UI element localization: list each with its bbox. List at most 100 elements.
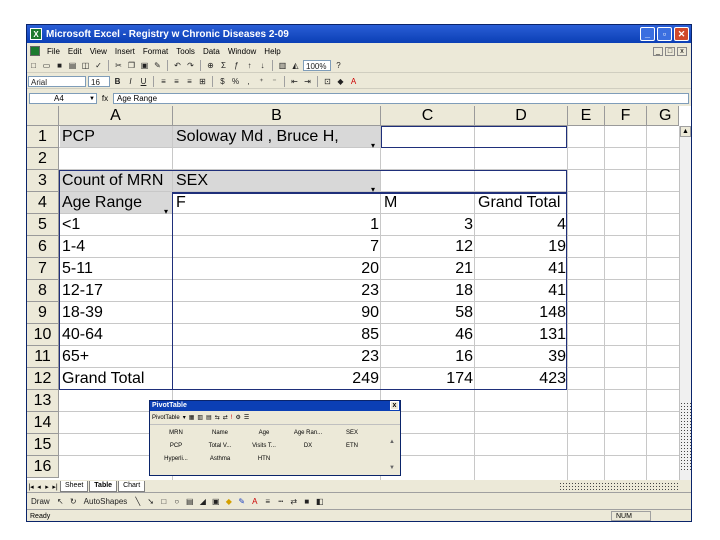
formula-input[interactable]: Age Range (113, 92, 689, 104)
spelling-icon[interactable]: ✓ (93, 60, 104, 71)
chart-wizard-icon[interactable]: ▥ (197, 414, 203, 421)
row-header-11[interactable]: 11 (27, 346, 59, 368)
pivot-wizard-icon[interactable]: ▤ (206, 414, 212, 421)
bold-icon[interactable]: B (112, 76, 123, 87)
pivottable-menu-button[interactable]: PivotTable (152, 415, 180, 421)
pivottable-toolbar-title[interactable]: PivotTable x (150, 401, 400, 411)
column-header-d[interactable]: D (475, 106, 568, 126)
row-header-15[interactable]: 15 (27, 434, 59, 456)
autosum-icon[interactable]: Σ (218, 60, 229, 71)
sheet-tab[interactable]: Sheet (60, 481, 89, 492)
pivot-field-button[interactable]: PCP (154, 440, 198, 453)
row-header-14[interactable]: 14 (27, 412, 59, 434)
pivot-page-field-label[interactable]: PCP (59, 126, 173, 148)
scroll-up-icon[interactable]: ▲ (680, 126, 691, 137)
format-painter-icon[interactable]: ✎ (152, 60, 163, 71)
row-header-2[interactable]: 2 (27, 148, 59, 170)
pivot-field-button[interactable]: Visits T... (242, 440, 286, 453)
pivot-field-scroll[interactable]: ▲ ▼ (388, 429, 396, 481)
increase-indent-icon[interactable]: ⇥ (302, 76, 313, 87)
hyperlink-icon[interactable]: ⊕ (205, 60, 216, 71)
hide-detail-icon[interactable]: ⇆ (215, 414, 220, 421)
first-sheet-icon[interactable]: |◂ (27, 483, 35, 491)
pivot-field-button[interactable]: Total V... (198, 440, 242, 453)
pivot-column-field[interactable]: SEX (173, 170, 381, 192)
menu-file[interactable]: File (43, 47, 64, 56)
row-header-6[interactable]: 6 (27, 236, 59, 258)
row-header-16[interactable]: 16 (27, 456, 59, 478)
column-header-g[interactable]: G (647, 106, 679, 126)
font-name-select[interactable]: Arial (28, 75, 86, 87)
format-report-icon[interactable]: ▦ (189, 414, 195, 421)
column-header-e[interactable]: E (568, 106, 605, 126)
field-list-icon[interactable]: ☰ (244, 414, 249, 421)
field-settings-icon[interactable]: ⚙ (235, 414, 240, 421)
drawing-icon[interactable]: ◭ (290, 60, 301, 71)
menu-format[interactable]: Format (139, 47, 172, 56)
3d-icon[interactable]: ◧ (314, 496, 325, 507)
select-all-corner[interactable] (27, 106, 59, 126)
line-style-icon[interactable]: ≡ (262, 496, 273, 507)
show-detail-icon[interactable]: ⇄ (223, 414, 228, 421)
close-button[interactable]: ✕ (674, 27, 689, 41)
rectangle-icon[interactable]: □ (158, 496, 169, 507)
menu-tools[interactable]: Tools (172, 47, 199, 56)
arrow-icon[interactable]: ➘ (145, 496, 156, 507)
horizontal-scrollbar[interactable] (559, 482, 679, 491)
column-header-b[interactable]: B (173, 106, 381, 126)
sheet-tab[interactable]: Chart (118, 481, 146, 492)
row-header-8[interactable]: 8 (27, 280, 59, 302)
row-header-1[interactable]: 1 (27, 126, 59, 148)
chevron-down-icon[interactable]: ▼ (89, 94, 95, 104)
doc-minimize-button[interactable]: _ (653, 46, 663, 56)
wordart-icon[interactable]: ◢ (197, 496, 208, 507)
select-objects-icon[interactable]: ↖ (55, 496, 66, 507)
font-size-select[interactable]: 16 (88, 75, 110, 87)
menu-insert[interactable]: Insert (111, 47, 139, 56)
chart-wizard-icon[interactable]: ▥ (277, 60, 288, 71)
vertical-scrollbar[interactable]: ▲ (679, 126, 691, 480)
new-icon[interactable]: □ (28, 60, 39, 71)
pivot-data-field-label[interactable]: Count of MRN (59, 170, 173, 192)
menu-view[interactable]: View (86, 47, 111, 56)
align-left-icon[interactable]: ≡ (158, 76, 169, 87)
row-header-13[interactable]: 13 (27, 390, 59, 412)
row-header-12[interactable]: 12 (27, 368, 59, 390)
shadow-icon[interactable]: ■ (301, 496, 312, 507)
fill-color-icon[interactable]: ◆ (335, 76, 346, 87)
cut-icon[interactable]: ✂ (113, 60, 124, 71)
sort-ascending-icon[interactable]: ↑ (244, 60, 255, 71)
last-sheet-icon[interactable]: ▸| (51, 483, 59, 491)
save-icon[interactable]: ■ (54, 60, 65, 71)
increase-decimal-icon[interactable]: ⁺ (256, 76, 267, 87)
row-header-5[interactable]: 5 (27, 214, 59, 236)
column-header-c[interactable]: C (381, 106, 475, 126)
zoom-select[interactable]: 100% (303, 59, 331, 71)
undo-icon[interactable]: ↶ (172, 60, 183, 71)
print-preview-icon[interactable]: ◫ (80, 60, 91, 71)
percent-icon[interactable]: % (230, 76, 241, 87)
doc-close-button[interactable]: x (677, 46, 687, 56)
draw-menu-button[interactable]: Draw (28, 496, 53, 507)
workbook-icon[interactable] (30, 46, 40, 56)
row-header-9[interactable]: 9 (27, 302, 59, 324)
pivottable-close-button[interactable]: x (390, 401, 399, 410)
page-field-dropdown-icon[interactable]: ▾ (371, 142, 375, 150)
align-center-icon[interactable]: ≡ (171, 76, 182, 87)
italic-icon[interactable]: I (125, 76, 136, 87)
open-icon[interactable]: ▭ (41, 60, 52, 71)
comma-icon[interactable]: , (243, 76, 254, 87)
menu-help[interactable]: Help (260, 47, 284, 56)
pivot-field-button[interactable]: HTN (242, 453, 286, 466)
pivot-field-button[interactable]: Name (198, 427, 242, 440)
align-right-icon[interactable]: ≡ (184, 76, 195, 87)
column-header-f[interactable]: F (605, 106, 647, 126)
line-color-icon[interactable]: ✎ (236, 496, 247, 507)
sort-descending-icon[interactable]: ↓ (257, 60, 268, 71)
function-icon[interactable]: ƒ (231, 60, 242, 71)
row-header-10[interactable]: 10 (27, 324, 59, 346)
pivot-field-button[interactable]: MRN (154, 427, 198, 440)
name-box[interactable]: A4 ▼ (29, 92, 97, 104)
decrease-decimal-icon[interactable]: ⁻ (269, 76, 280, 87)
dash-style-icon[interactable]: ┅ (275, 496, 286, 507)
